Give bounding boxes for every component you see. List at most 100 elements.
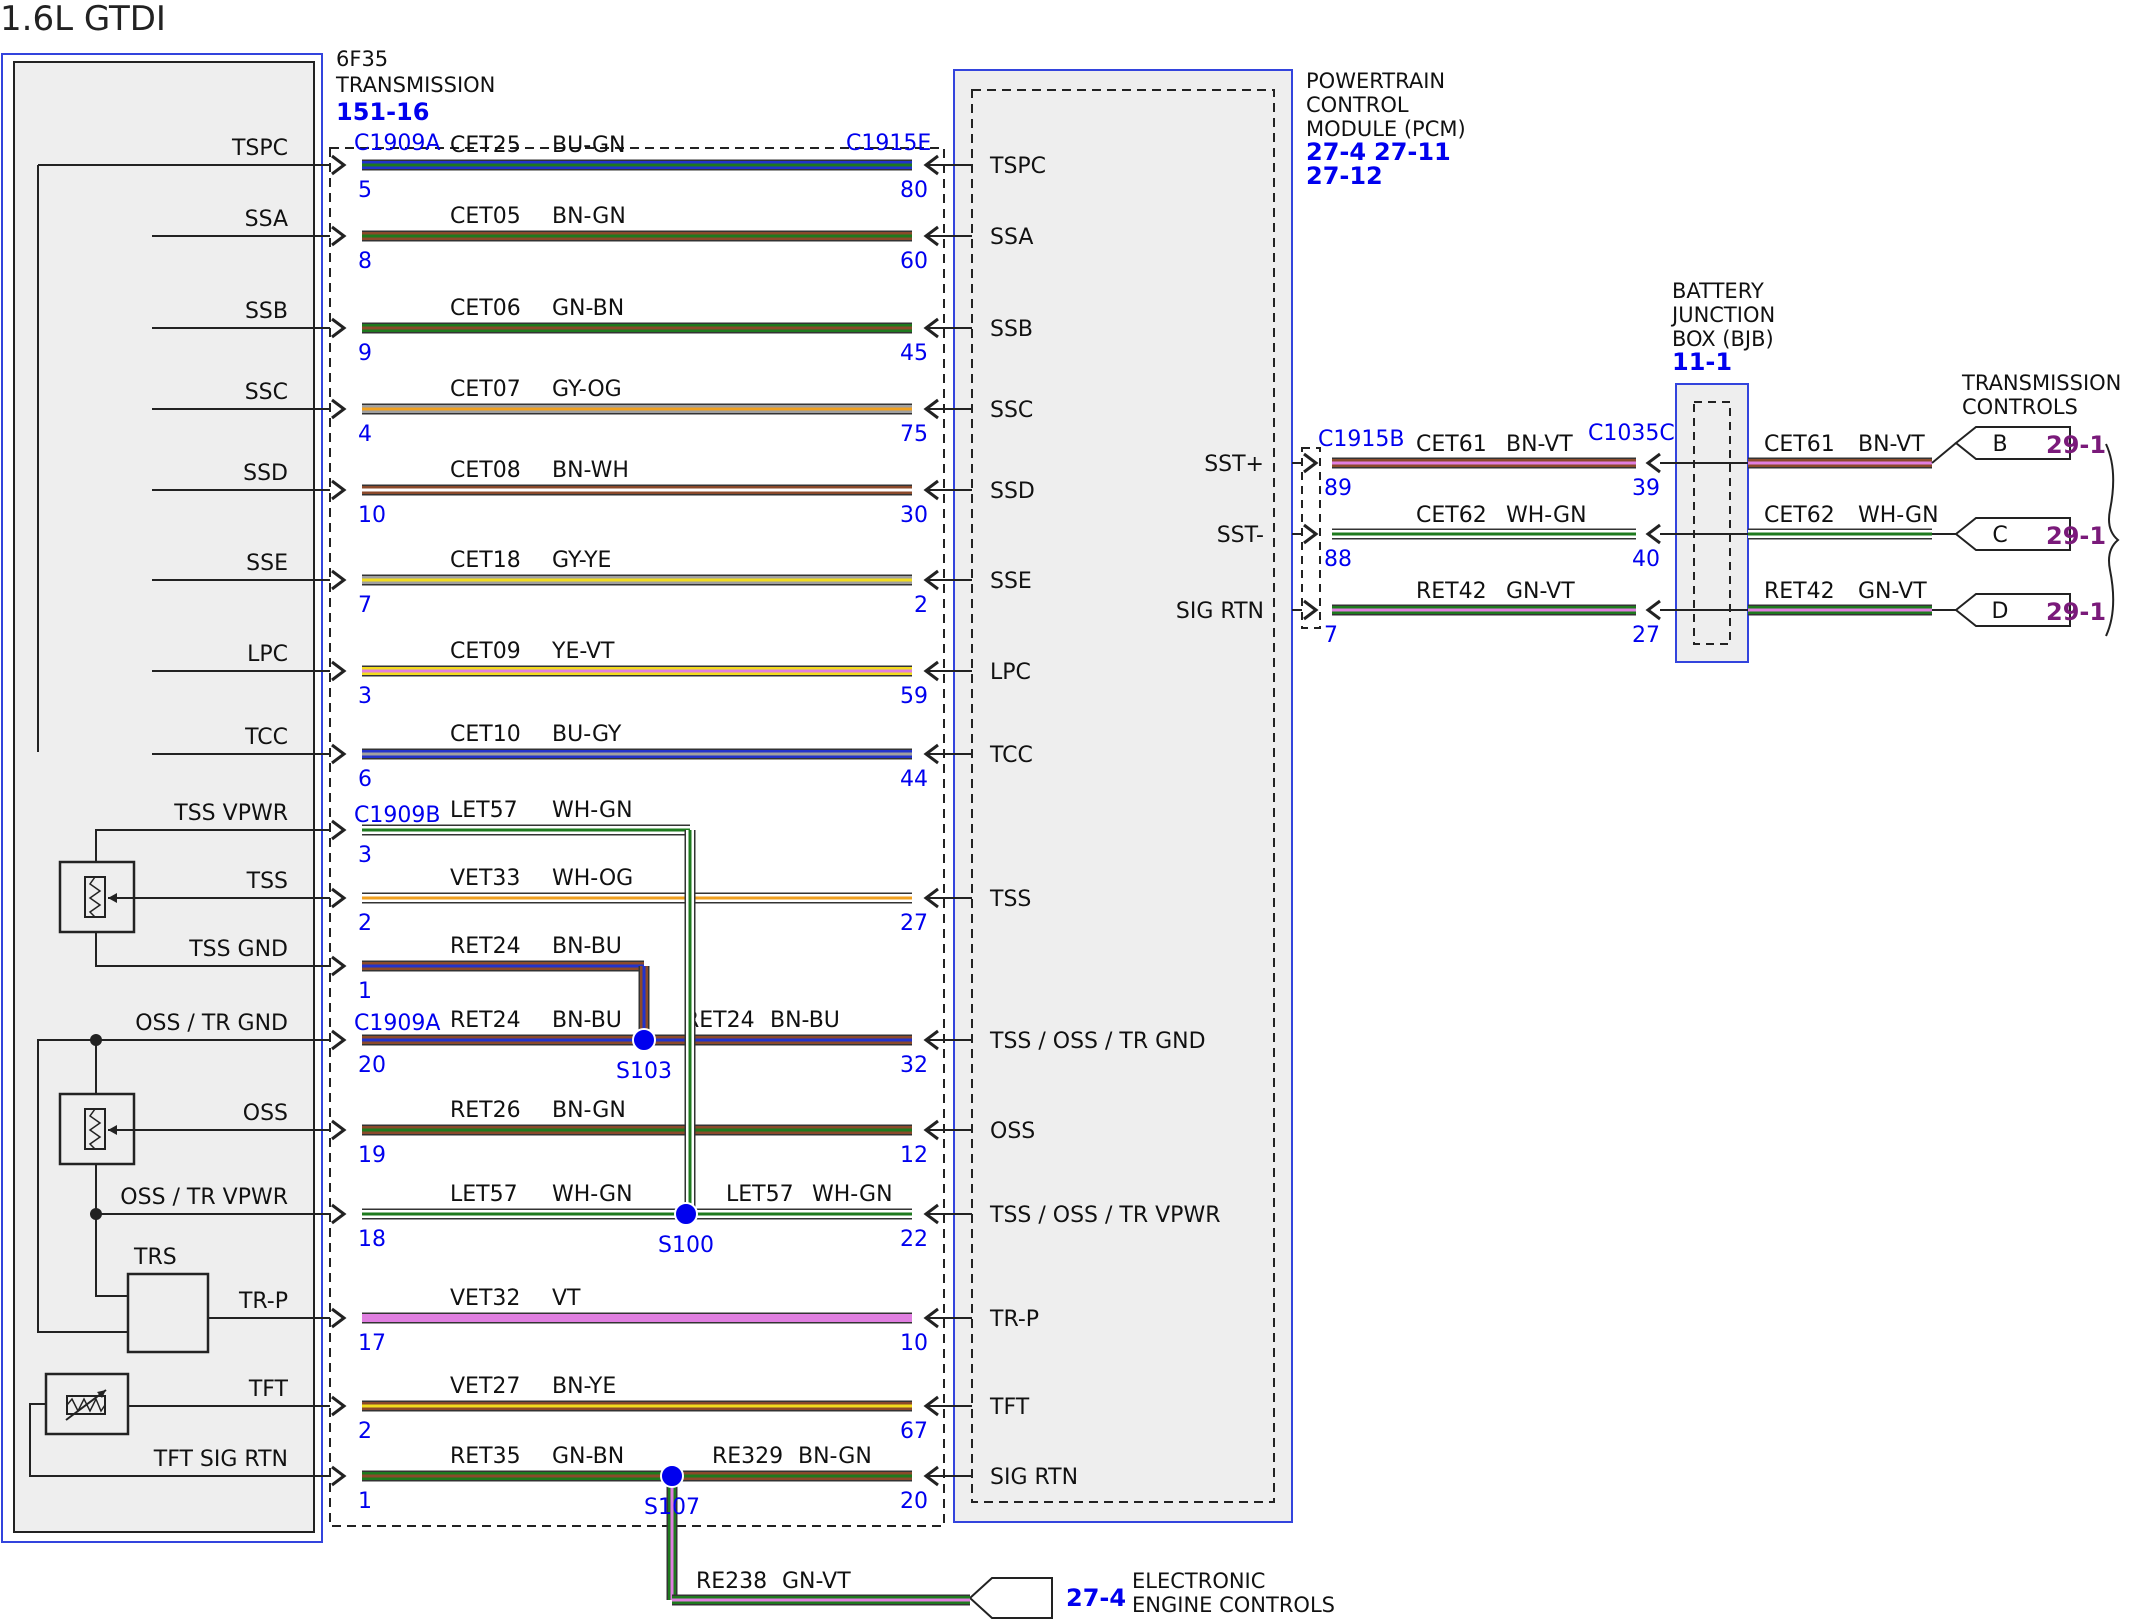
- bjb-ref-link[interactable]: 11-1: [1672, 348, 1732, 376]
- splice-label[interactable]: S100: [658, 1233, 714, 1258]
- trans-pin-label: SSE: [246, 551, 288, 576]
- pcm-ref2-link[interactable]: 27-11: [1374, 138, 1451, 166]
- pcm-connector-arrow-icon: [1303, 452, 1319, 474]
- wiring-diagram: 1.6L GTDI 6F35 TRANSMISSION 151-16 C1909…: [0, 0, 2121, 1619]
- wire-color-label: GY-YE: [552, 548, 611, 573]
- splice-label[interactable]: S103: [616, 1059, 672, 1084]
- trans-pin-label: TFT SIG RTN: [153, 1447, 288, 1472]
- bjb-connector-arrow-icon: [1645, 599, 1661, 621]
- pcm-pin-label: SSE: [990, 569, 1032, 594]
- trans-connector-arrow-icon: [331, 660, 347, 682]
- trans-pin-label: OSS / TR GND: [135, 1011, 288, 1036]
- transmission-name-line2: TRANSMISSION: [335, 73, 495, 97]
- trans-pin-number: 18: [358, 1227, 386, 1252]
- wire-color-label-2: BN-BU: [770, 1008, 840, 1033]
- pcm-pin-number: 12: [900, 1143, 928, 1168]
- connector-c1915e[interactable]: C1915E: [846, 131, 931, 156]
- connector-c1909a[interactable]: C1909A: [354, 131, 440, 156]
- wire-color-label: GN-BN: [552, 296, 624, 321]
- trans-controls-line1: TRANSMISSION: [1961, 371, 2121, 395]
- pcm-pin-label: SIG RTN: [990, 1465, 1078, 1490]
- trans-pin-number: 17: [358, 1331, 386, 1356]
- circuit-label: CET09: [450, 639, 521, 664]
- wire-color-label: YE-VT: [551, 639, 615, 664]
- connector-c1909a-2[interactable]: C1909A: [354, 1011, 440, 1036]
- trs-label: TRS: [133, 1245, 177, 1270]
- circuit-label: RET24: [450, 934, 521, 959]
- trans-pin-label: SSA: [245, 207, 288, 232]
- pcm-pin-number: 22: [900, 1227, 928, 1252]
- pcm-connector-arrow-icon: [1303, 523, 1319, 545]
- pcm-pin-label: TSS / OSS / TR GND: [989, 1029, 1206, 1054]
- connector-c1035c[interactable]: C1035C: [1588, 421, 1675, 446]
- transmission-ref-link[interactable]: 151-16: [336, 98, 429, 126]
- wire-color-label: BU-GY: [552, 722, 622, 747]
- trans-controls-ref-link[interactable]: 29-1: [2046, 431, 2106, 459]
- circuit-label: CET61: [1416, 432, 1487, 457]
- trans-pin-label: TR-P: [238, 1289, 288, 1314]
- pcm-pin-label: SSB: [990, 317, 1033, 342]
- circuit-label: CET62: [1416, 503, 1487, 528]
- pcm-pin-number: 27: [900, 911, 928, 936]
- pcm-pin-number: 2: [914, 593, 928, 618]
- trans-connector-arrow-icon: [331, 1119, 347, 1141]
- trans-pin-number: 5: [358, 178, 372, 203]
- pcm-pin-number: 88: [1324, 547, 1352, 572]
- circuit-label: VET32: [450, 1286, 520, 1311]
- wire-color-label: VT: [552, 1286, 581, 1311]
- wire-color-label: WH-GN: [1506, 503, 1587, 528]
- pcm-name-line2: CONTROL: [1306, 93, 1409, 117]
- bjb-body: [1675, 383, 1749, 663]
- circuit-label: CET05: [450, 204, 521, 229]
- trans-controls-line2: CONTROLS: [1962, 395, 2078, 419]
- trans-pin-number: 4: [358, 422, 372, 447]
- trans-connector-arrow-icon: [331, 1307, 347, 1329]
- pcm-ref3-link[interactable]: 27-12: [1306, 162, 1383, 190]
- bjb-connector-arrow-icon: [1645, 452, 1661, 474]
- connector-c1915b[interactable]: C1915B: [1318, 427, 1404, 452]
- trans-connector-arrow-icon: [331, 479, 347, 501]
- trans-pin-number: 6: [358, 767, 372, 792]
- wire-color-label-out: BN-VT: [1858, 432, 1925, 457]
- pcm-pin-label: OSS: [990, 1119, 1035, 1144]
- pcm-pin-label: SST+: [1204, 452, 1264, 477]
- circuit-label: CET18: [450, 548, 521, 573]
- trs-switch: [126, 1272, 210, 1354]
- trans-controls-ref-link[interactable]: 29-1: [2046, 522, 2106, 550]
- splice-label[interactable]: S107: [644, 1495, 700, 1520]
- circuit-label: VET27: [450, 1374, 520, 1399]
- trans-connector-arrow-icon: [331, 819, 347, 841]
- wire-color-label: BN-GN: [552, 1098, 626, 1123]
- bjb-name-line1: BATTERY: [1672, 279, 1764, 303]
- circuit-label-2: LET57: [726, 1182, 794, 1207]
- wire-color-label: GN-BN: [552, 1444, 624, 1469]
- wire-color-label-out: GN-VT: [1858, 579, 1927, 604]
- connector-c1909b[interactable]: C1909B: [354, 803, 440, 828]
- trans-controls-ref-link[interactable]: 29-1: [2046, 598, 2106, 626]
- wire-color-label: BU-GN: [552, 133, 625, 158]
- connector-lead: [1931, 442, 1957, 464]
- pcm-pin-number: 30: [900, 503, 928, 528]
- pcm-pin-number: 10: [900, 1331, 928, 1356]
- pcm-pin-number: 89: [1324, 476, 1352, 501]
- pcm-pin-number: 80: [900, 178, 928, 203]
- oss-vpwr-node: [90, 1208, 102, 1220]
- connector-letter: D: [1992, 599, 2009, 624]
- wire-color-label: BN-GN: [552, 204, 626, 229]
- pcm-pin-label: SSD: [990, 479, 1035, 504]
- trans-pin-label: TSPC: [231, 136, 288, 161]
- circuit-label: RET24: [450, 1008, 521, 1033]
- circuit-label-2: RE329: [712, 1444, 783, 1469]
- pcm-pin-label: SST-: [1217, 523, 1264, 548]
- pcm-pin-label: LPC: [990, 660, 1031, 685]
- eec-connector-icon: [968, 1577, 1053, 1619]
- trans-pin-number: 2: [358, 1419, 372, 1444]
- trans-connector-arrow-icon: [331, 1203, 347, 1225]
- pcm-body: [953, 69, 1293, 1523]
- circuit-label: LET57: [450, 798, 518, 823]
- trans-connector-arrow-icon: [331, 887, 347, 909]
- wire-color-label: WH-OG: [552, 866, 633, 891]
- pcm-pin-number: 67: [900, 1419, 928, 1444]
- trans-connector-arrow-icon: [331, 154, 347, 176]
- eec-ref-link[interactable]: 27-4: [1066, 1584, 1126, 1612]
